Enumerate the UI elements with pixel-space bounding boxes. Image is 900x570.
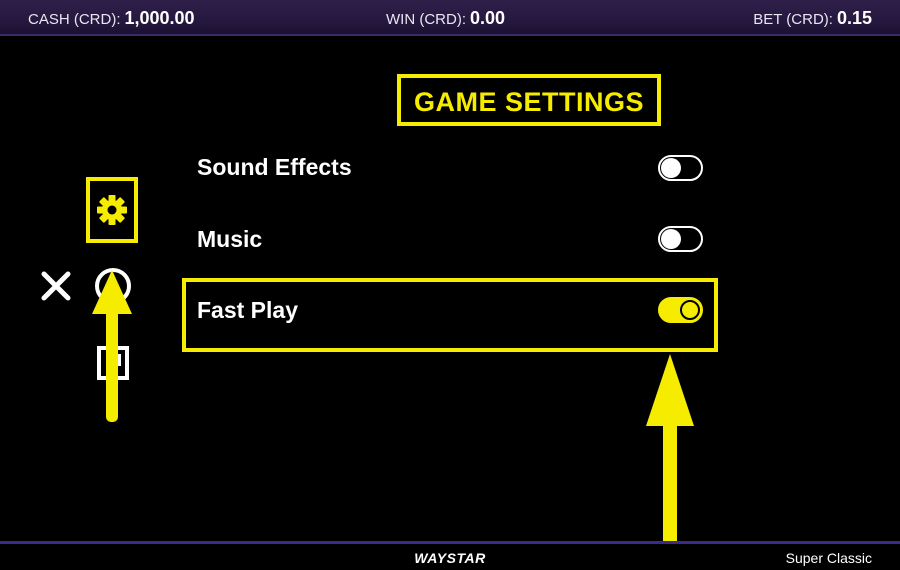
bet-display: BET (CRD): 0.15 xyxy=(753,8,872,29)
fast-play-toggle[interactable] xyxy=(658,297,703,323)
toggle-knob xyxy=(661,158,681,178)
cash-display: CASH (CRD): 1,000.00 xyxy=(28,8,195,29)
page-title: GAME SETTINGS xyxy=(413,87,644,117)
bet-label: BET (CRD): xyxy=(753,11,833,28)
gear-icon xyxy=(97,195,127,225)
win-display: WIN (CRD): 0.00 xyxy=(386,8,505,29)
cash-label: CASH (CRD): xyxy=(28,11,121,28)
close-icon[interactable] xyxy=(40,268,72,304)
cash-value: 1,000.00 xyxy=(124,8,195,28)
arrow-up-icon xyxy=(646,354,694,564)
brand-logo: WAYSTAR xyxy=(414,550,486,566)
toggle-knob xyxy=(680,300,700,320)
bet-value: 0.15 xyxy=(836,8,872,28)
fast-play-label: Fast Play xyxy=(197,297,298,323)
music-toggle[interactable] xyxy=(658,226,703,252)
status-bar: CASH (CRD): 1,000.00 WIN (CRD): 0.00 BET (… xyxy=(0,0,900,36)
toggle-knob xyxy=(661,229,681,249)
arrow-up-icon xyxy=(92,270,132,422)
game-name: Super Classic xyxy=(785,550,872,566)
settings-button[interactable] xyxy=(86,177,138,243)
win-label: WIN (CRD): xyxy=(386,11,466,28)
sound-effects-label: Sound Effects xyxy=(197,154,352,180)
title-highlight: GAME SETTINGS xyxy=(397,74,661,126)
win-value: 0.00 xyxy=(469,8,506,28)
footer-bar: WAYSTAR Super Classic xyxy=(0,541,900,570)
music-label: Music xyxy=(197,226,263,252)
sound-effects-toggle[interactable] xyxy=(658,155,703,181)
